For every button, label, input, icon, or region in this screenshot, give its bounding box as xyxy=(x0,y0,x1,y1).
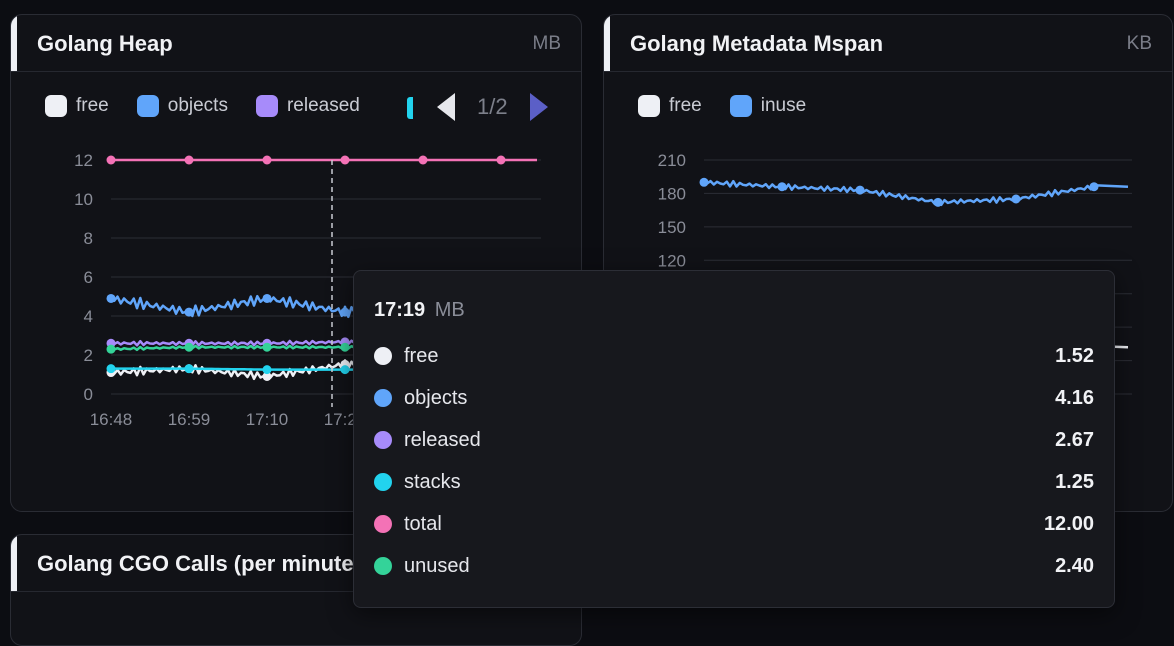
data-point-objects xyxy=(262,293,272,303)
tooltip-row-stacks: stacks 1.25 xyxy=(374,469,1094,495)
tooltip-name: unused xyxy=(404,554,470,577)
y-tick-label: 12 xyxy=(74,151,93,170)
data-point-total xyxy=(340,155,350,165)
data-point-unused xyxy=(262,342,272,352)
tooltip-value: 2.40 xyxy=(1055,554,1094,577)
tooltip-name: objects xyxy=(404,386,468,409)
data-point-inuse xyxy=(777,182,787,192)
tooltip-dot-total xyxy=(374,515,392,533)
tooltip-header: 17:19 MB xyxy=(374,299,465,322)
y-tick-label: 150 xyxy=(658,218,686,237)
data-point-inuse xyxy=(699,177,709,187)
data-point-stacks xyxy=(262,365,272,375)
tooltip-value: 2.67 xyxy=(1055,428,1094,451)
tooltip-row-free: free 1.52 xyxy=(374,343,1094,369)
tooltip-time: 17:19 xyxy=(374,299,426,321)
tooltip-row-objects: objects 4.16 xyxy=(374,385,1094,411)
y-tick-label: 4 xyxy=(84,307,93,326)
tooltip-value: 12.00 xyxy=(1043,512,1094,535)
data-point-total xyxy=(106,155,116,165)
tooltip-value: 4.16 xyxy=(1055,386,1094,409)
tooltip-row-unused: unused 2.40 xyxy=(374,553,1094,579)
data-point-unused xyxy=(184,342,194,352)
chart-tooltip: 17:19 MB free 1.52 objects 4.16 released… xyxy=(353,270,1115,608)
data-point-stacks xyxy=(184,364,194,374)
data-point-inuse xyxy=(1089,182,1099,192)
data-point-total xyxy=(496,155,506,165)
tooltip-value: 1.52 xyxy=(1055,344,1094,367)
tooltip-dot-released xyxy=(374,431,392,449)
tooltip-row-total: total 12.00 xyxy=(374,511,1094,537)
tooltip-value: 1.25 xyxy=(1055,470,1094,493)
tooltip-unit: MB xyxy=(434,299,465,321)
data-point-total xyxy=(262,155,272,165)
tooltip-name: released xyxy=(404,428,481,451)
data-point-inuse xyxy=(855,185,865,195)
x-tick-label: 17:10 xyxy=(246,410,289,429)
tooltip-dot-stacks xyxy=(374,473,392,491)
tooltip-name: total xyxy=(404,512,442,535)
tooltip-dot-unused xyxy=(374,557,392,575)
data-point-objects xyxy=(340,307,350,317)
data-point-stacks xyxy=(340,365,350,375)
tooltip-name: stacks xyxy=(404,470,461,493)
data-point-stacks xyxy=(106,364,116,374)
data-point-unused xyxy=(340,342,350,352)
data-point-objects xyxy=(184,307,194,317)
x-tick-label: 16:48 xyxy=(90,410,133,429)
y-tick-label: 180 xyxy=(658,184,686,203)
y-tick-label: 2 xyxy=(84,346,93,365)
y-tick-label: 210 xyxy=(658,151,686,170)
y-tick-label: 0 xyxy=(84,385,93,404)
y-tick-label: 8 xyxy=(84,229,93,248)
data-point-inuse xyxy=(933,197,943,207)
y-tick-label: 6 xyxy=(84,268,93,287)
y-tick-label: 120 xyxy=(658,251,686,270)
y-tick-label: 10 xyxy=(74,190,93,209)
tooltip-row-released: released 2.67 xyxy=(374,427,1094,453)
tooltip-name: free xyxy=(404,344,439,367)
data-point-total xyxy=(418,155,428,165)
tooltip-dot-free xyxy=(374,347,392,365)
tooltip-dot-objects xyxy=(374,389,392,407)
x-tick-label: 16:59 xyxy=(168,410,211,429)
data-point-inuse xyxy=(1011,194,1021,204)
data-point-objects xyxy=(106,293,116,303)
data-point-unused xyxy=(106,344,116,354)
panel-title: Golang CGO Calls (per minute) xyxy=(37,551,361,576)
data-point-total xyxy=(184,155,194,165)
